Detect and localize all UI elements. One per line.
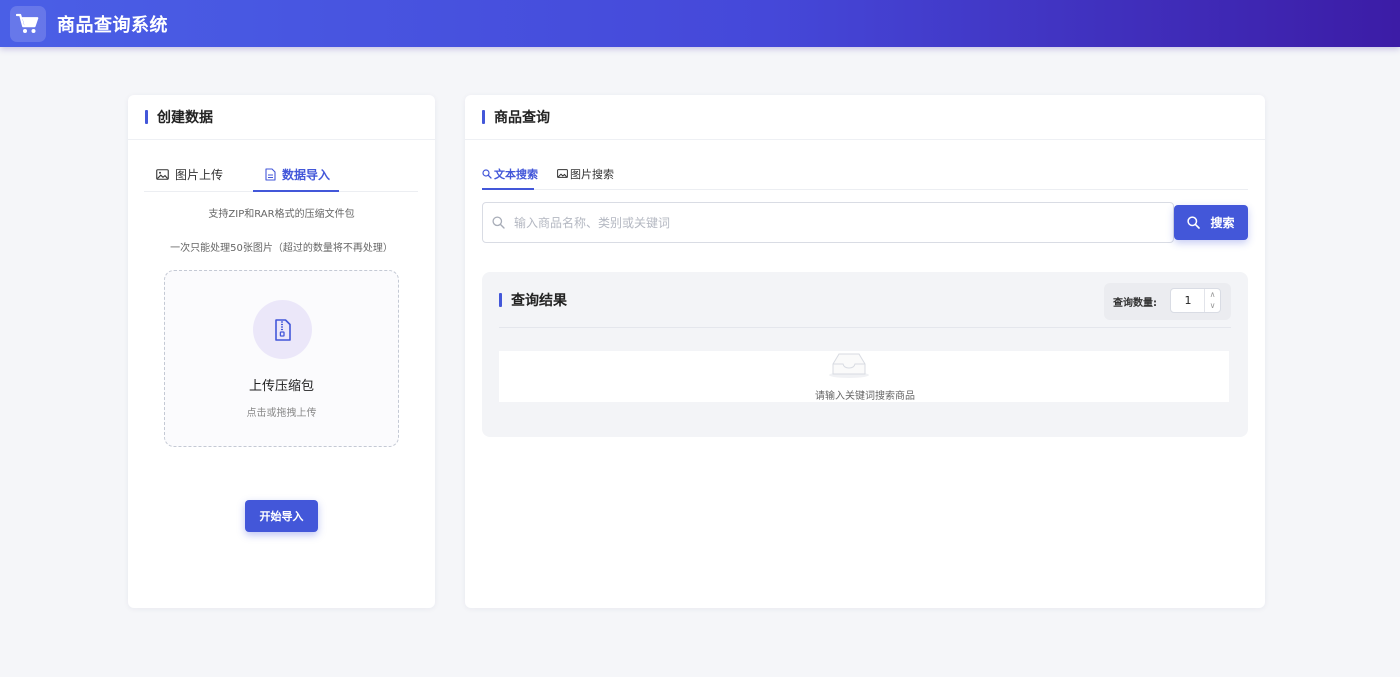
query-results-title: 查询结果	[511, 292, 567, 309]
active-tab-indicator	[253, 190, 339, 192]
tab-text-search-label: 文本搜索	[494, 167, 538, 181]
tab-image-upload[interactable]: 图片上传	[156, 157, 223, 192]
query-tabs: 文本搜索 图片搜索	[482, 157, 1248, 190]
top-bar: 商品查询系统	[0, 0, 1400, 47]
shopping-cart-icon	[10, 5, 46, 42]
search-icon	[1187, 216, 1201, 229]
upload-subtitle: 点击或拖拽上传	[246, 408, 317, 419]
image-icon	[557, 169, 568, 178]
active-tab-indicator	[482, 188, 534, 190]
tab-image-search[interactable]: 图片搜索	[557, 157, 614, 190]
tab-image-upload-label: 图片上传	[175, 168, 224, 182]
empty-results-text: 请输入关键词搜索商品	[815, 391, 915, 402]
zip-file-icon	[253, 300, 312, 359]
query-count-stepper[interactable]: 1 ∧ ∨	[1170, 288, 1221, 313]
upload-title: 上传压缩包	[248, 379, 314, 394]
query-results-panel: 查询结果 查询数量: 1 ∧ ∨ 请输入关键词搜索商品	[482, 272, 1248, 437]
limit-note: 一次只能处理50张图片（超过的数量将不再处理）	[170, 243, 393, 254]
document-icon	[265, 168, 276, 181]
tab-image-search-label: 图片搜索	[570, 167, 614, 181]
query-count-control: 查询数量: 1 ∧ ∨	[1104, 283, 1231, 320]
search-button-label: 搜索	[1210, 216, 1235, 230]
tab-text-search[interactable]: 文本搜索	[482, 157, 538, 190]
search-box	[482, 202, 1174, 243]
tab-data-import[interactable]: 数据导入	[265, 157, 330, 192]
title-accent-bar	[145, 110, 148, 124]
format-note: 支持ZIP和RAR格式的压缩文件包	[208, 209, 355, 220]
product-query-header: 商品查询	[465, 95, 1265, 140]
chevron-down-icon[interactable]: ∨	[1205, 300, 1220, 311]
start-import-button[interactable]: 开始导入	[245, 500, 318, 532]
upload-dropzone[interactable]: 上传压缩包 点击或拖拽上传	[164, 270, 399, 447]
product-query-panel: 商品查询 文本搜索 图片搜索 搜索	[465, 95, 1265, 608]
chevron-up-icon[interactable]: ∧	[1205, 289, 1220, 300]
search-icon	[482, 168, 492, 179]
image-icon	[156, 169, 169, 180]
results-divider	[499, 327, 1231, 328]
create-data-header: 创建数据	[128, 95, 435, 140]
search-button[interactable]: 搜索	[1174, 205, 1248, 240]
product-query-title: 商品查询	[494, 110, 550, 126]
app-title: 商品查询系统	[57, 14, 168, 36]
search-icon	[492, 216, 505, 229]
search-input[interactable]	[514, 215, 1134, 230]
tab-data-import-label: 数据导入	[282, 168, 331, 182]
empty-inbox-icon	[829, 353, 869, 378]
create-data-tabs: 图片上传 数据导入	[144, 157, 418, 192]
title-accent-bar	[482, 110, 485, 124]
create-data-title: 创建数据	[157, 110, 213, 126]
query-count-value[interactable]: 1	[1171, 289, 1205, 312]
query-count-label: 查询数量:	[1113, 298, 1157, 309]
create-data-panel: 创建数据 图片上传 数据导入 支持ZIP和RAR格式的压缩文件包 一次只能处理5…	[128, 95, 435, 608]
stepper-arrows: ∧ ∨	[1204, 289, 1220, 312]
title-accent-bar	[499, 292, 502, 307]
